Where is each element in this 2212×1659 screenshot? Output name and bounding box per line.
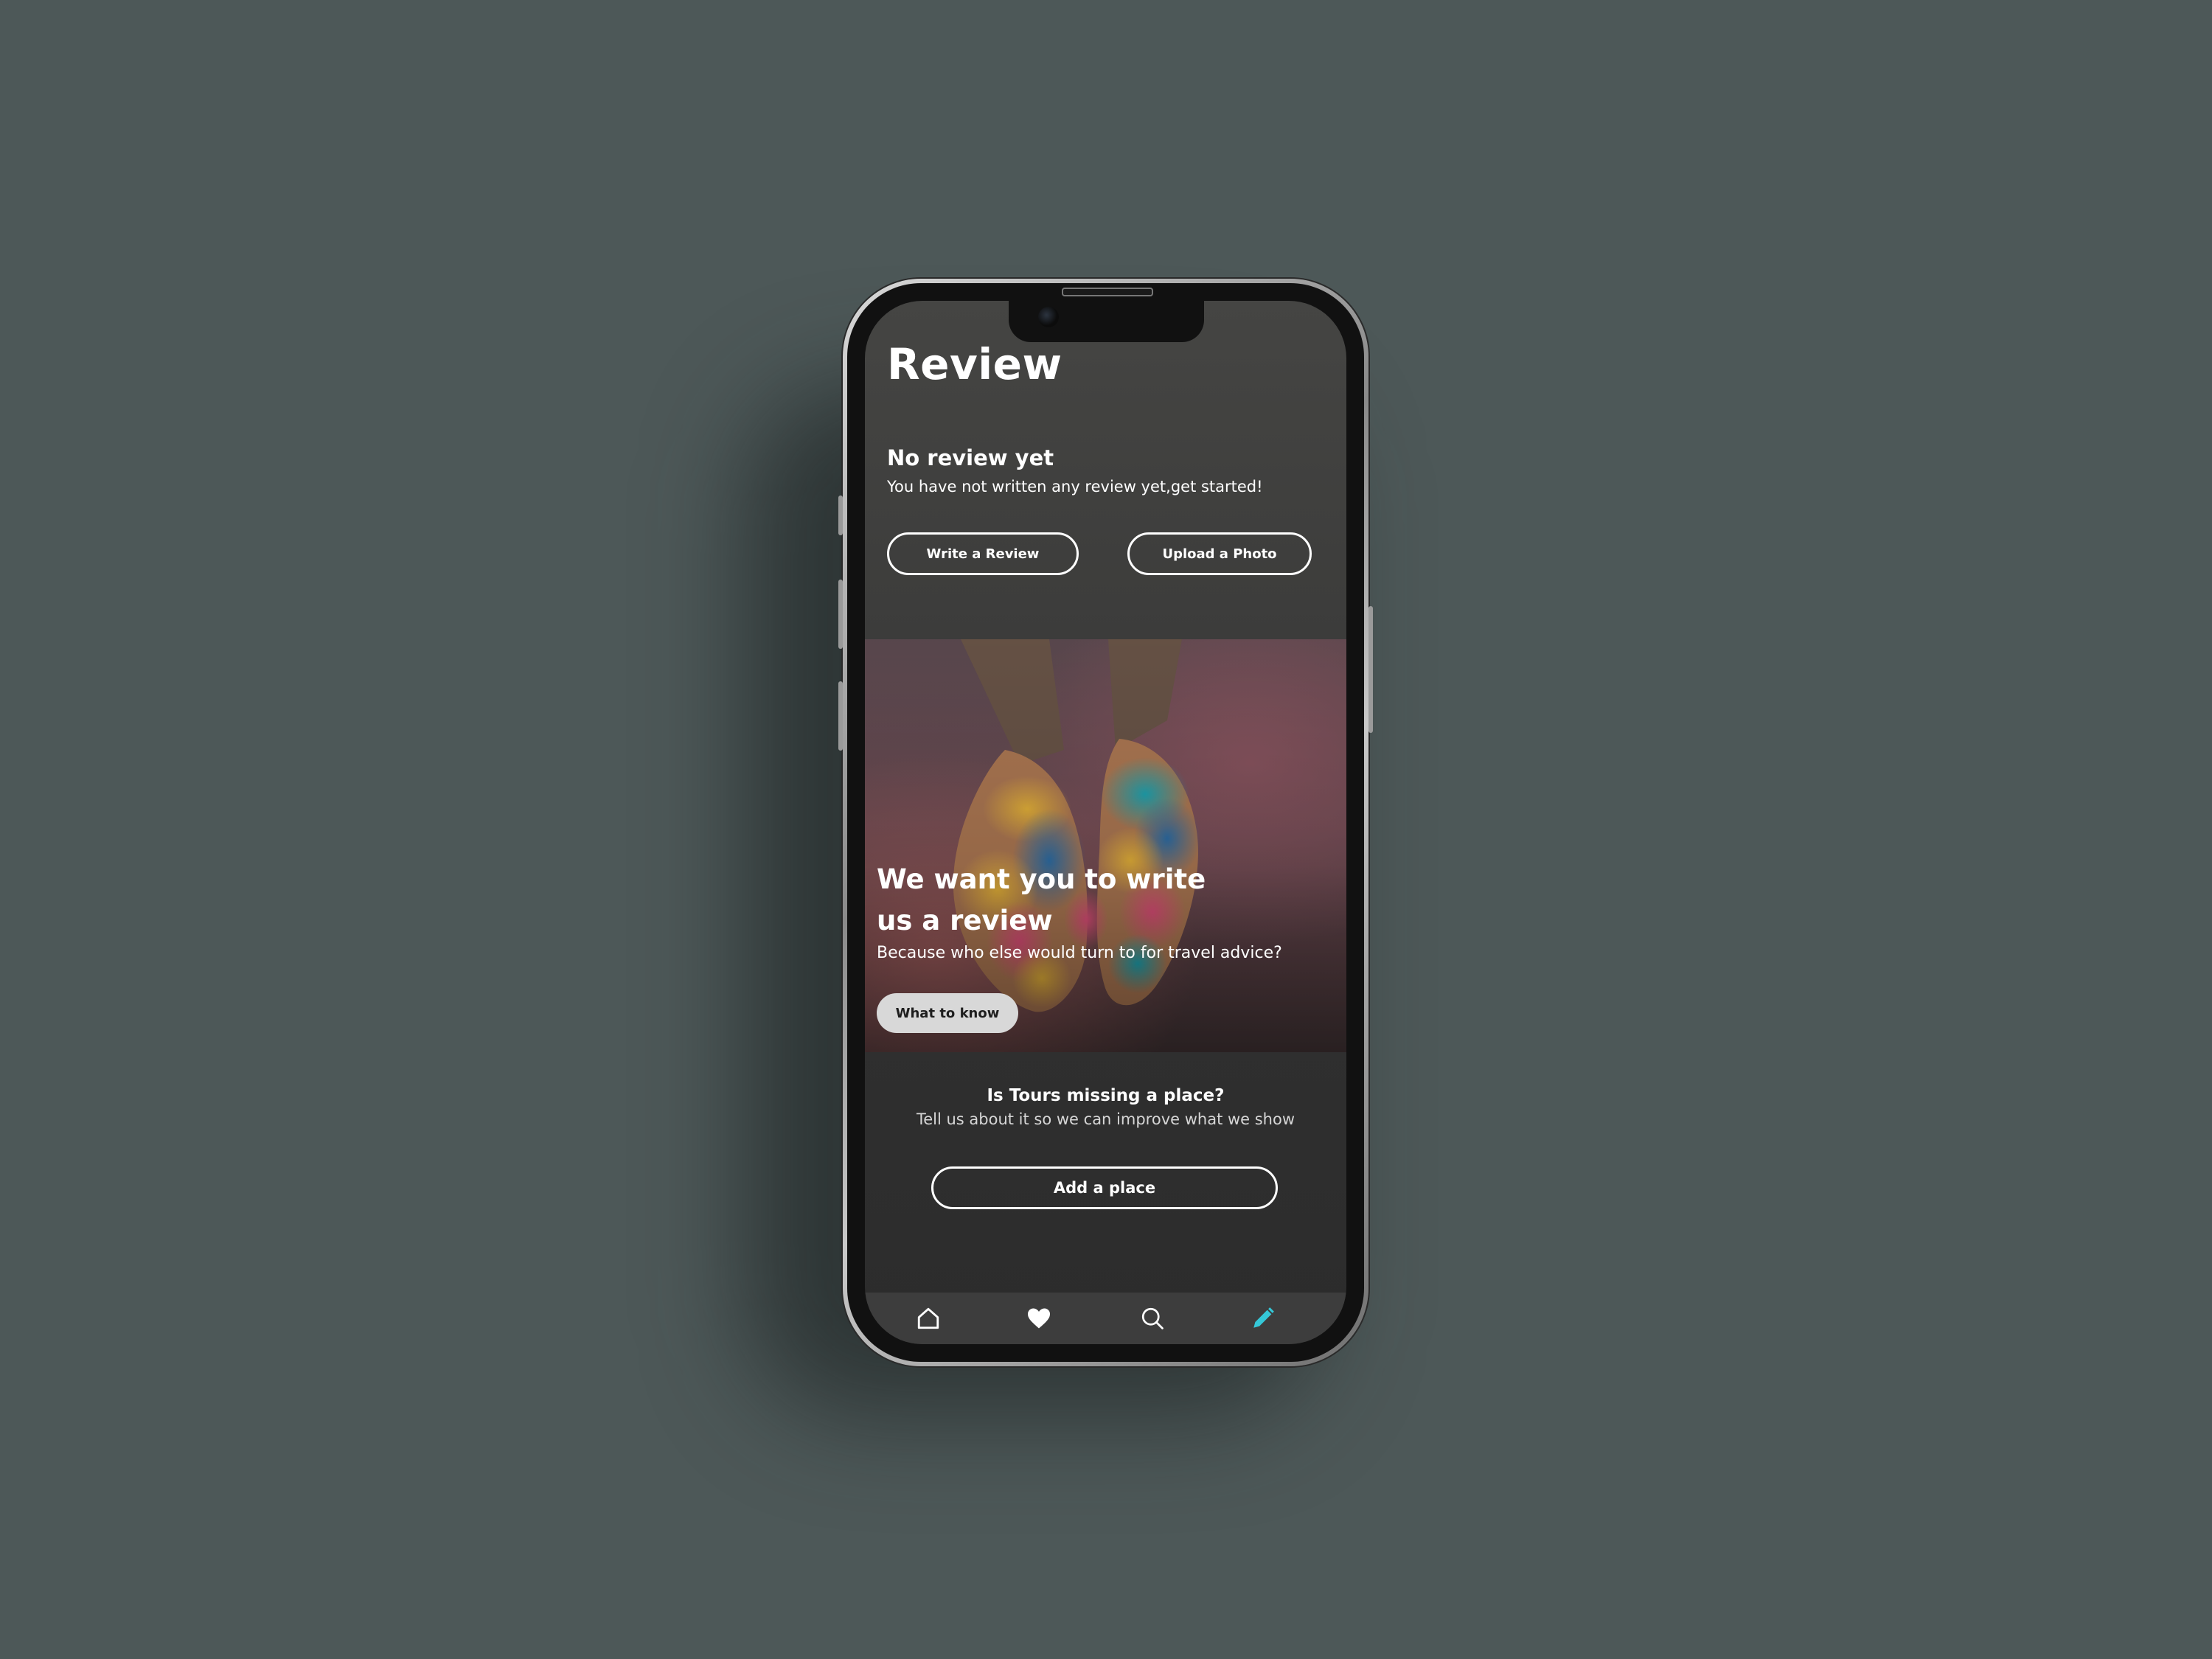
missing-place-description: Tell us about it so we can improve what … [916, 1110, 1295, 1128]
phone-screen: Review No review yet You have not writte… [865, 301, 1346, 1344]
bottom-tab-bar [865, 1293, 1346, 1344]
front-camera [1038, 307, 1059, 327]
tab-search[interactable] [1138, 1304, 1167, 1333]
volume-up-button [838, 580, 843, 649]
hero-subtitle: Because who else would turn to for trave… [877, 944, 1282, 962]
write-review-button[interactable]: Write a Review [887, 532, 1079, 575]
page-title: Review [887, 339, 1062, 389]
pencil-icon [1253, 1307, 1274, 1328]
notch [1009, 301, 1204, 342]
tab-home[interactable] [914, 1304, 943, 1333]
hero-image [865, 639, 1346, 1052]
hero-banner: We want you to write us a review Because… [865, 639, 1346, 1052]
volume-down-button [838, 681, 843, 751]
heart-icon [1028, 1308, 1050, 1329]
what-to-know-button[interactable]: What to know [877, 993, 1018, 1033]
speaker-grille [1062, 288, 1153, 296]
upload-photo-button[interactable]: Upload a Photo [1127, 532, 1312, 575]
home-icon [917, 1307, 939, 1329]
action-button [838, 495, 843, 535]
hero-headline: We want you to write us a review [877, 863, 1206, 936]
tab-review[interactable] [1248, 1304, 1278, 1333]
empty-state-title: No review yet [887, 445, 1054, 470]
tab-favorites[interactable] [1024, 1304, 1054, 1333]
search-icon [1141, 1307, 1164, 1329]
add-place-button[interactable]: Add a place [931, 1166, 1278, 1209]
missing-place-title: Is Tours missing a place? [987, 1086, 1225, 1105]
power-button [1368, 606, 1373, 733]
empty-state-description: You have not written any review yet,get … [887, 478, 1263, 495]
